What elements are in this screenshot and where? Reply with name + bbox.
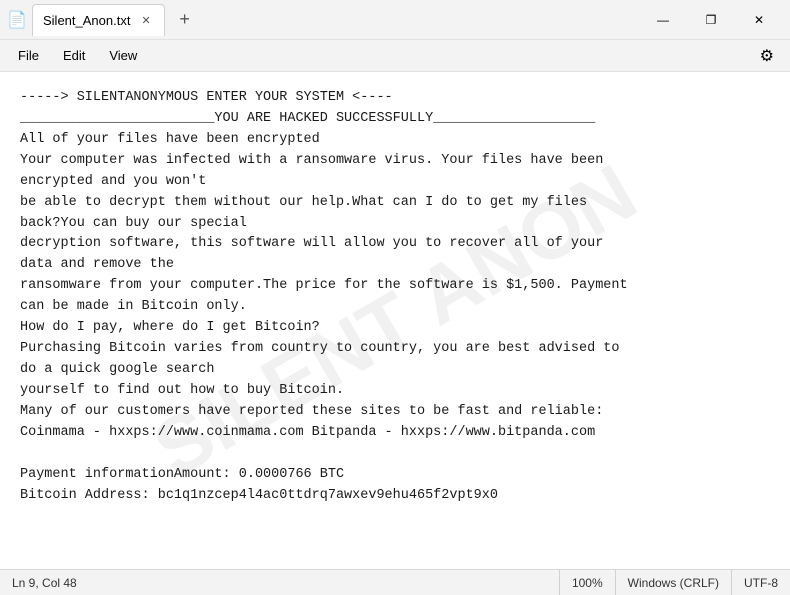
- text-line: Bitcoin Address: bc1q1nzcep4l4ac0ttdrq7a…: [20, 486, 770, 507]
- text-line: [20, 444, 770, 465]
- tab-label: Silent_Anon.txt: [43, 13, 130, 28]
- menu-item-edit[interactable]: Edit: [53, 44, 95, 67]
- text-line: -----> SILENTANONYMOUS ENTER YOUR SYSTEM…: [20, 88, 770, 109]
- text-line: do a quick google search: [20, 360, 770, 381]
- window-controls: — ❐ ✕: [640, 4, 782, 36]
- text-line: All of your files have been encrypted: [20, 130, 770, 151]
- text-line: Payment informationAmount: 0.0000766 BTC: [20, 465, 770, 486]
- text-line: back?You can buy our special: [20, 214, 770, 235]
- maximize-button[interactable]: ❐: [688, 4, 734, 36]
- menu-item-view[interactable]: View: [99, 44, 147, 67]
- menu-item-file[interactable]: File: [8, 44, 49, 67]
- text-line: ransomware from your computer.The price …: [20, 276, 770, 297]
- close-button[interactable]: ✕: [736, 4, 782, 36]
- file-icon: 📄: [8, 11, 26, 29]
- encoding: UTF-8: [732, 570, 790, 595]
- tab-close-button[interactable]: ✕: [138, 13, 153, 28]
- content-area[interactable]: SILENT ANON -----> SILENTANONYMOUS ENTER…: [0, 72, 790, 569]
- text-line: Many of our customers have reported thes…: [20, 402, 770, 423]
- text-line: can be made in Bitcoin only.: [20, 297, 770, 318]
- status-bar: Ln 9, Col 48 100% Windows (CRLF) UTF-8: [0, 569, 790, 595]
- new-tab-button[interactable]: +: [171, 6, 199, 34]
- settings-icon[interactable]: ⚙: [752, 42, 782, 70]
- text-line: ________________________YOU ARE HACKED S…: [20, 109, 770, 130]
- menu-bar: FileEditView ⚙: [0, 40, 790, 72]
- menu-items: FileEditView: [8, 44, 147, 67]
- line-ending: Windows (CRLF): [616, 570, 732, 595]
- title-bar-left: 📄 Silent_Anon.txt ✕ +: [8, 4, 640, 36]
- minimize-button[interactable]: —: [640, 4, 686, 36]
- text-line: Your computer was infected with a ransom…: [20, 151, 770, 172]
- text-line: data and remove the: [20, 255, 770, 276]
- text-line: encrypted and you won't: [20, 172, 770, 193]
- zoom-level: 100%: [560, 570, 616, 595]
- active-tab[interactable]: Silent_Anon.txt ✕: [32, 4, 165, 36]
- text-line: How do I pay, where do I get Bitcoin?: [20, 318, 770, 339]
- text-line: yourself to find out how to buy Bitcoin.: [20, 381, 770, 402]
- cursor-position: Ln 9, Col 48: [0, 570, 560, 595]
- title-bar: 📄 Silent_Anon.txt ✕ + — ❐ ✕: [0, 0, 790, 40]
- text-line: Coinmama - hxxps://www.coinmama.com Bitp…: [20, 423, 770, 444]
- text-line: be able to decrypt them without our help…: [20, 193, 770, 214]
- text-content: -----> SILENTANONYMOUS ENTER YOUR SYSTEM…: [20, 88, 770, 506]
- text-line: decryption software, this software will …: [20, 234, 770, 255]
- text-line: Purchasing Bitcoin varies from country t…: [20, 339, 770, 360]
